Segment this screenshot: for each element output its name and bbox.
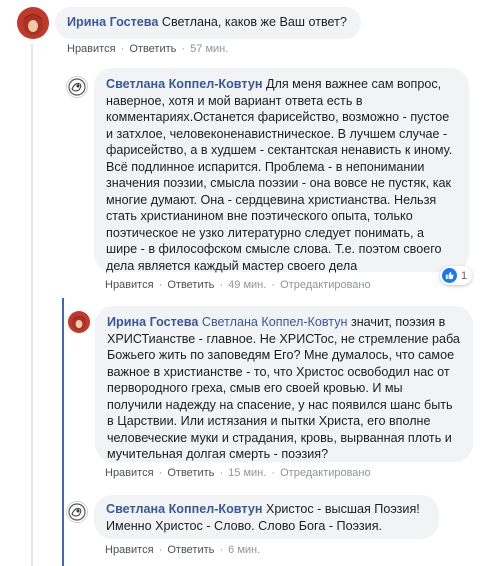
separator: ·: [158, 279, 163, 291]
like-reaction-icon: [442, 268, 457, 283]
comment-actions: Нравится · Ответить · 57 мин.: [67, 43, 228, 55]
like-button[interactable]: Нравится: [67, 43, 116, 55]
separator: ·: [271, 279, 276, 291]
reaction-summary[interactable]: 1: [440, 266, 473, 285]
comment-author[interactable]: Светлана Коппел-Ковтун: [106, 502, 262, 516]
comment-bubble: Светлана Коппел-Ковтун Христос - высшая …: [94, 495, 439, 539]
comment-actions: Нравится · Ответить · 6 мин.: [105, 544, 260, 556]
separator: ·: [158, 544, 163, 556]
avatar[interactable]: [66, 501, 88, 523]
comment-text: значит, поэзия в ХРИСТианстве - главное.…: [107, 315, 460, 461]
reply-button[interactable]: Ответить: [129, 43, 176, 55]
comment-timestamp[interactable]: 6 мин.: [228, 544, 260, 556]
separator: ·: [219, 467, 224, 479]
reaction-count: 1: [461, 269, 468, 282]
comment-timestamp[interactable]: 49 мин.: [228, 279, 266, 291]
avatar[interactable]: [68, 311, 90, 333]
edited-label[interactable]: Отредактировано: [280, 279, 371, 291]
comment-text: Светлана, каков же Ваш ответ?: [161, 15, 347, 29]
comment-timestamp[interactable]: 15 мин.: [228, 467, 266, 479]
separator: ·: [271, 467, 276, 479]
separator: ·: [181, 43, 186, 55]
reply-button[interactable]: Ответить: [167, 279, 214, 291]
like-button[interactable]: Нравится: [105, 279, 154, 291]
comment-author[interactable]: Ирина Гостева: [67, 15, 158, 29]
comment-actions: Нравится · Ответить · 15 мин. · Отредакт…: [105, 467, 371, 479]
comment-timestamp[interactable]: 57 мин.: [190, 43, 228, 55]
separator: ·: [120, 43, 125, 55]
reply-button[interactable]: Ответить: [167, 467, 214, 479]
comment-text: Для меня важнее сам вопрос, наверное, хо…: [106, 77, 453, 273]
like-button[interactable]: Нравится: [105, 544, 154, 556]
comment-bubble: Ирина Гостева Светлана Коппел-Ковтун зна…: [95, 306, 473, 462]
avatar[interactable]: [66, 76, 88, 98]
comment-author[interactable]: Ирина Гостева: [107, 315, 198, 329]
comment-actions: Нравится · Ответить · 49 мин. · Отредакт…: [105, 279, 371, 291]
thread-line-highlight: [62, 298, 64, 566]
avatar[interactable]: [17, 7, 49, 39]
separator: ·: [219, 544, 224, 556]
comment-bubble: Ирина Гостева Светлана, каков же Ваш отв…: [55, 7, 361, 39]
separator: ·: [158, 467, 163, 479]
comment-bubble: Светлана Коппел-Ковтун Для меня важнее с…: [94, 68, 469, 273]
separator: ·: [219, 279, 224, 291]
reply-button[interactable]: Ответить: [167, 544, 214, 556]
thread-line: [31, 44, 33, 566]
comment-author[interactable]: Светлана Коппел-Ковтун: [106, 77, 262, 91]
edited-label[interactable]: Отредактировано: [280, 467, 371, 479]
mention-link[interactable]: Светлана Коппел-Ковтун: [202, 315, 348, 329]
like-button[interactable]: Нравится: [105, 467, 154, 479]
